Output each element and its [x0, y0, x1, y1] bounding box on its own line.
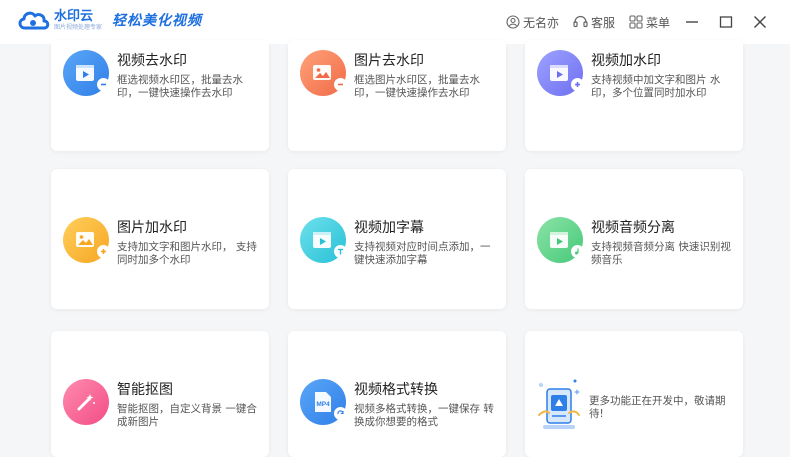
smart-cutout-icon [63, 379, 109, 425]
card-audio-separate[interactable]: 视频音频分离 支持视频音频分离 快速识别视频音乐 [525, 169, 743, 309]
card-description: 支持视频音频分离 快速识别视频音乐 [591, 241, 731, 266]
card-description: 框选视频水印区，批量去水印，一键快速操作去水印 [117, 74, 243, 99]
card-image-remove-watermark[interactable]: 图片去水印 框选图片水印区，批量去水印，一键快速操作去水印 [288, 40, 506, 151]
customer-service-button[interactable]: 客服 [573, 14, 615, 31]
card-title: 视频音频分离 [591, 220, 675, 236]
maximize-icon [719, 16, 733, 28]
user-icon [506, 15, 520, 29]
video-remove-watermark-icon [63, 50, 110, 96]
grid-menu-icon [629, 15, 643, 29]
video-add-watermark-icon [537, 50, 584, 96]
user-account-button[interactable]: 无名亦 [506, 14, 559, 31]
mp4-label: MP4 [316, 401, 330, 408]
card-smart-cutout[interactable]: 智能抠图 智能抠图，自定义背景 一键合成新图片 [51, 331, 269, 457]
card-title: 图片加水印 [117, 220, 187, 236]
customer-service-label: 客服 [590, 15, 615, 30]
app-logo: 水印云 图片视频处理专家 轻松美化视频 [16, 8, 202, 32]
title-bar: 水印云 图片视频处理专家 轻松美化视频 无名亦 客服 菜单 [0, 0, 790, 44]
menu-label: 菜单 [645, 15, 670, 30]
card-format-convert[interactable]: MP4 视频格式转换 视频多格式转换，一键保存 转换成你想要的格式 [288, 331, 506, 457]
coming-soon-illustration-icon [535, 375, 583, 433]
card-title: 视频格式转换 [354, 382, 438, 398]
card-description: 支持加文字和图片水印， 支持同时加多个水印 [117, 241, 257, 266]
card-title: 智能抠图 [117, 382, 173, 398]
card-title: 图片去水印 [354, 53, 424, 69]
card-video-subtitle[interactable]: 视频加字幕 支持视频对应时间点添加，一键快速添加字幕 [288, 169, 506, 309]
coming-soon-text: 更多功能正在开发中，敬请期待! [589, 395, 726, 420]
user-name: 无名亦 [522, 15, 559, 30]
card-coming-soon: 更多功能正在开发中，敬请期待! [525, 331, 743, 457]
card-description: 视频多格式转换，一键保存 转换成你想要的格式 [354, 403, 494, 428]
headset-icon [573, 15, 588, 28]
video-subtitle-icon [300, 217, 347, 263]
card-video-add-watermark[interactable]: 视频加水印 支持视频中加文字和图片 水印，多个位置同时加水印 [525, 40, 743, 151]
feature-grid: 视频去水印 框选视频水印区，批量去水印，一键快速操作去水印 图片去水印 框选图片… [0, 40, 790, 457]
format-convert-icon: MP4 [300, 379, 347, 425]
minimize-icon [686, 21, 698, 23]
card-description: 支持视频中加文字和图片 水印，多个位置同时加水印 [591, 74, 721, 99]
app-slogan: 轻松美化视频 [112, 13, 203, 29]
app-tagline: 图片视频处理专家 [54, 23, 103, 31]
card-description: 智能抠图，自定义背景 一键合成新图片 [117, 403, 257, 428]
image-remove-watermark-icon [300, 50, 347, 96]
app-name: 水印云 [54, 8, 94, 24]
maximize-button[interactable] [714, 10, 738, 34]
card-description: 框选图片水印区，批量去水印，一键快速操作去水印 [354, 74, 480, 99]
card-title: 视频加水印 [591, 53, 661, 69]
close-icon [754, 16, 766, 28]
card-title: 视频去水印 [117, 53, 187, 69]
image-add-watermark-icon [63, 217, 110, 263]
cloud-logo-icon [16, 8, 50, 32]
close-button[interactable] [748, 10, 772, 34]
header-actions: 无名亦 客服 菜单 [492, 10, 772, 34]
menu-button[interactable]: 菜单 [629, 14, 670, 31]
card-image-add-watermark[interactable]: 图片加水印 支持加文字和图片水印， 支持同时加多个水印 [51, 169, 269, 309]
card-description: 支持视频对应时间点添加，一键快速添加字幕 [354, 241, 491, 266]
audio-separate-icon [537, 217, 584, 263]
card-title: 视频加字幕 [354, 220, 424, 236]
minimize-button[interactable] [680, 10, 704, 34]
card-video-remove-watermark[interactable]: 视频去水印 框选视频水印区，批量去水印，一键快速操作去水印 [51, 40, 269, 151]
